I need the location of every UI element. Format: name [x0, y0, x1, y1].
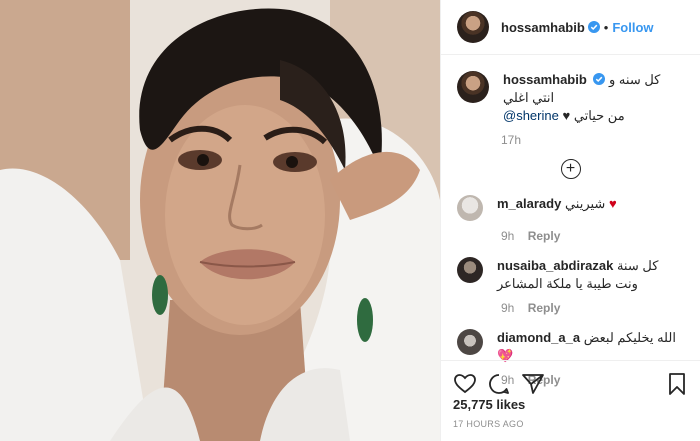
comment-text: الله يخليكم لبعض: [583, 330, 676, 345]
comment-bubble-icon[interactable]: [487, 372, 511, 396]
caption-time: 17h: [501, 133, 522, 147]
author-avatar[interactable]: [457, 11, 489, 43]
commenter-avatar[interactable]: [457, 257, 483, 283]
post-header: hossamhabib • Follow: [441, 0, 700, 55]
caption-text-2: من حياتي: [573, 108, 625, 123]
caption-author-avatar[interactable]: [457, 71, 489, 103]
commenter-username[interactable]: m_alarady: [497, 196, 561, 211]
post-side-panel: hossamhabib • Follow hossamhabib كل سنه …: [440, 0, 700, 441]
caption-meta: 17h: [501, 133, 684, 147]
post-photo[interactable]: [0, 0, 440, 441]
bookmark-icon[interactable]: [665, 372, 689, 396]
caption-author-username[interactable]: hossamhabib: [503, 72, 587, 87]
comment-text: شيريني: [564, 196, 606, 211]
reply-button[interactable]: Reply: [528, 301, 561, 315]
portrait-illustration: [0, 0, 440, 441]
share-icon[interactable]: [521, 372, 545, 396]
comments-list: hossamhabib كل سنه و انتي اغلي @sherine …: [441, 55, 700, 387]
comment-meta: 9h Reply: [501, 301, 684, 315]
commenter-avatar[interactable]: [457, 329, 483, 355]
follow-button[interactable]: Follow: [612, 20, 653, 35]
comment-item: nusaiba_abdirazak كل سنة ونت طيبة يا ملك…: [457, 257, 684, 293]
comment-item: m_alarady شيريني ♥: [457, 195, 684, 221]
heart-icon: ♥: [562, 108, 571, 123]
post-time-ago[interactable]: 17 HOURS AGO: [453, 419, 524, 429]
like-heart-icon[interactable]: [453, 372, 477, 396]
heart-emoji-icon: ♥: [608, 196, 617, 211]
comment-time: 9h: [501, 229, 515, 243]
commenter-username[interactable]: diamond_a_a: [497, 330, 580, 345]
commenter-avatar[interactable]: [457, 195, 483, 221]
author-username[interactable]: hossamhabib: [501, 20, 585, 35]
verified-badge-icon: [593, 73, 606, 85]
comment-time: 9h: [501, 301, 515, 315]
likes-count[interactable]: 25,775 likes: [453, 397, 525, 412]
verified-badge-icon: [587, 21, 600, 33]
plus-circle-icon[interactable]: +: [560, 159, 581, 179]
caption: hossamhabib كل سنه و انتي اغلي @sherine …: [457, 71, 684, 125]
comment-meta: 9h Reply: [501, 229, 684, 243]
separator-dot: •: [603, 19, 609, 35]
reply-button[interactable]: Reply: [528, 229, 561, 243]
commenter-username[interactable]: nusaiba_abdirazak: [497, 258, 613, 273]
caption-mention[interactable]: @sherine: [503, 108, 559, 123]
